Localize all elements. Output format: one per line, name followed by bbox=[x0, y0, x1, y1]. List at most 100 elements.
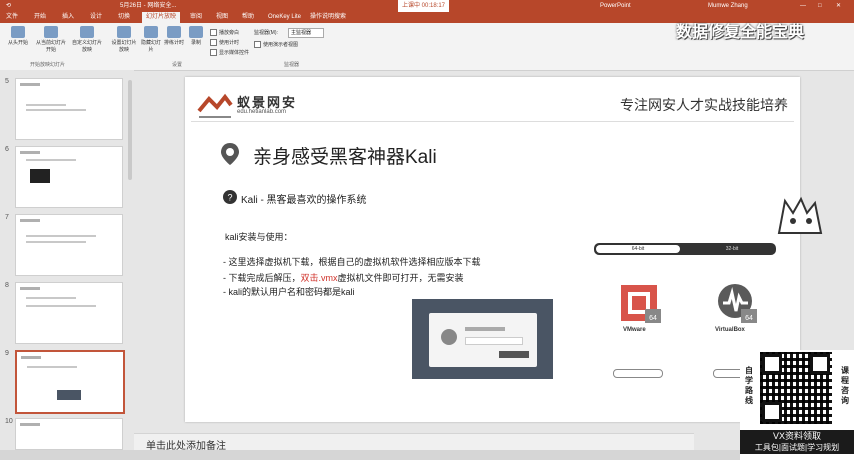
tab-64bit[interactable]: 64-bit bbox=[596, 245, 680, 253]
promo-char: 咨 bbox=[841, 386, 849, 395]
promo-panel: 自 学 路 线 课 程 咨 询 VX资料领取 工具包|面试题|学习规划 bbox=[740, 350, 854, 460]
tab-review[interactable]: 审阅 bbox=[190, 12, 202, 23]
checkbox-icon bbox=[254, 41, 261, 49]
logo-url: edu.hetianlab.com bbox=[237, 109, 287, 115]
checkbox-icon bbox=[210, 39, 217, 47]
app-name: PowerPoint bbox=[600, 3, 631, 9]
group-label-monitor: 监视器 bbox=[284, 62, 300, 68]
file-title: 5月26日 - 网络安全... bbox=[120, 3, 177, 9]
promo-char: 课 bbox=[841, 366, 849, 375]
tab-home[interactable]: 开始 bbox=[34, 12, 46, 23]
qr-corner bbox=[762, 402, 782, 422]
location-pin-icon bbox=[221, 143, 239, 165]
svg-text:?: ? bbox=[227, 193, 232, 203]
hide-slide-icon bbox=[144, 26, 158, 38]
setup-icon bbox=[117, 26, 131, 38]
slide-thumbnail-5[interactable] bbox=[15, 78, 123, 140]
maximize-icon[interactable]: □ bbox=[818, 0, 822, 12]
promo-caption-2: 工具包|面试题|学习规划 bbox=[740, 442, 854, 454]
show-media-controls-label: 显示媒体控件 bbox=[219, 50, 250, 56]
hide-slide-label: 隐藏幻灯片 bbox=[140, 40, 161, 53]
promo-char: 询 bbox=[841, 396, 849, 405]
close-icon[interactable]: ✕ bbox=[836, 0, 841, 12]
promo-right-vertical: 课 程 咨 询 bbox=[840, 366, 850, 406]
hide-slide-button[interactable]: 隐藏幻灯片 bbox=[140, 26, 162, 53]
slide-number: 6 bbox=[5, 146, 9, 153]
slide-canvas[interactable]: 蚁景网安 edu.hetianlab.com 专注网安人才实战技能培养 亲身感受… bbox=[185, 77, 823, 422]
slide-thumbnail-8[interactable] bbox=[15, 282, 123, 344]
record-label: 录制 bbox=[190, 40, 201, 46]
slide-thumbnail-9[interactable] bbox=[15, 350, 125, 414]
from-current-button[interactable]: 从当前幻灯片开始 bbox=[34, 26, 68, 53]
tab-transitions[interactable]: 切换 bbox=[118, 12, 130, 23]
vmware-download-pill[interactable] bbox=[613, 369, 663, 378]
monitor-label: 监视器(M): bbox=[254, 30, 278, 36]
vmware-icon: 64 bbox=[621, 285, 661, 323]
tab-slideshow[interactable]: 幻灯片放映 bbox=[142, 12, 181, 23]
rehearse-button[interactable]: 排练计时 bbox=[163, 26, 185, 46]
promo-caption-1: VX资料领取 bbox=[740, 430, 854, 442]
tab-help[interactable]: 帮助 bbox=[242, 12, 254, 23]
custom-show-button[interactable]: 自定义幻灯片放映 bbox=[70, 26, 104, 53]
rehearse-label: 排练计时 bbox=[163, 40, 184, 46]
slide-number: 8 bbox=[5, 282, 9, 289]
slide-number: 9 bbox=[5, 350, 9, 357]
recording-indicator[interactable]: 上课中 00:18:17 bbox=[398, 0, 450, 12]
bullet-1: - 这里选择虚拟机下载，根据自己的虚拟机软件选择相应版本下载 bbox=[223, 257, 481, 267]
slide-number: 10 bbox=[5, 418, 13, 425]
use-timings-checkbox[interactable]: 使用计时 bbox=[210, 39, 240, 47]
record-button[interactable]: 录制 bbox=[186, 26, 206, 46]
svg-text:64: 64 bbox=[649, 315, 657, 322]
from-beginning-label: 从头开始 bbox=[7, 40, 28, 46]
bullet-2-text-a: - 下载完成后解压， bbox=[223, 273, 301, 283]
thumbnail-scrollbar[interactable] bbox=[128, 80, 132, 180]
vmware-label: VMware bbox=[623, 327, 646, 333]
minimize-icon[interactable]: — bbox=[800, 0, 806, 12]
play-icon bbox=[11, 26, 25, 38]
use-timings-label: 使用计时 bbox=[219, 40, 240, 46]
slide-number: 7 bbox=[5, 214, 9, 221]
slide-thumbnail-10[interactable] bbox=[15, 418, 123, 450]
promo-left-vertical: 自 学 路 线 bbox=[744, 366, 754, 406]
autosave-icon[interactable]: ⟲ bbox=[6, 0, 11, 12]
svg-text:64: 64 bbox=[745, 315, 753, 322]
notes-pane[interactable]: 单击此处添加备注 bbox=[134, 433, 694, 452]
screenshot-image bbox=[412, 299, 553, 379]
status-bar bbox=[0, 450, 854, 460]
bullet-2-text-b: 虚拟机文件即可打开，无需安装 bbox=[337, 273, 464, 283]
custom-show-icon bbox=[80, 26, 94, 38]
tab-design[interactable]: 设计 bbox=[90, 12, 102, 23]
play-narrations-checkbox[interactable]: 播放旁白 bbox=[210, 29, 239, 37]
slide-subtitle: Kali - 黑客最喜欢的操作系统 bbox=[241, 195, 367, 206]
bullet-2: - 下载完成后解压，双击.vmx虚拟机文件即可打开，无需安装 bbox=[223, 271, 464, 284]
intro-text: kali安装与使用： bbox=[225, 232, 293, 242]
qr-corner bbox=[810, 354, 830, 374]
from-current-label: 从当前幻灯片开始 bbox=[35, 40, 66, 53]
tab-insert[interactable]: 插入 bbox=[62, 12, 74, 23]
tab-32bit[interactable]: 32-bit bbox=[692, 245, 772, 253]
promo-char: 路 bbox=[745, 386, 753, 395]
tab-view[interactable]: 视图 bbox=[216, 12, 228, 23]
logo-icon bbox=[197, 93, 233, 118]
header-divider bbox=[191, 121, 794, 122]
slide-tagline: 专注网安人才实战技能培养 bbox=[620, 97, 788, 113]
user-name[interactable]: Mumwe Zhang bbox=[708, 0, 748, 12]
slide-thumbnail-7[interactable] bbox=[15, 214, 123, 276]
checkbox-icon bbox=[210, 29, 217, 37]
tell-me-search[interactable]: 操作说明搜索 bbox=[310, 12, 346, 23]
play-current-icon bbox=[44, 26, 58, 38]
slide-title: 亲身感受黑客神器Kali bbox=[253, 147, 437, 168]
monitor-select[interactable]: 主监视器 bbox=[288, 28, 324, 38]
slide-thumbnail-6[interactable] bbox=[15, 146, 123, 208]
setup-show-button[interactable]: 设置幻灯片放映 bbox=[110, 26, 138, 53]
setup-show-label: 设置幻灯片放映 bbox=[111, 40, 137, 53]
tab-onekey[interactable]: OneKey Lite bbox=[268, 12, 301, 23]
tab-file[interactable]: 文件 bbox=[6, 12, 18, 23]
promo-char: 程 bbox=[841, 376, 849, 385]
show-media-controls-checkbox[interactable]: 显示媒体控件 bbox=[210, 49, 250, 57]
promo-char: 线 bbox=[745, 396, 753, 405]
thumbnail-pane: 5 6 7 8 9 10 bbox=[0, 70, 134, 460]
from-beginning-button[interactable]: 从头开始 bbox=[4, 26, 32, 46]
presenter-view-checkbox[interactable]: 使用演示者视图 bbox=[254, 41, 298, 49]
question-icon: ? bbox=[223, 190, 237, 204]
